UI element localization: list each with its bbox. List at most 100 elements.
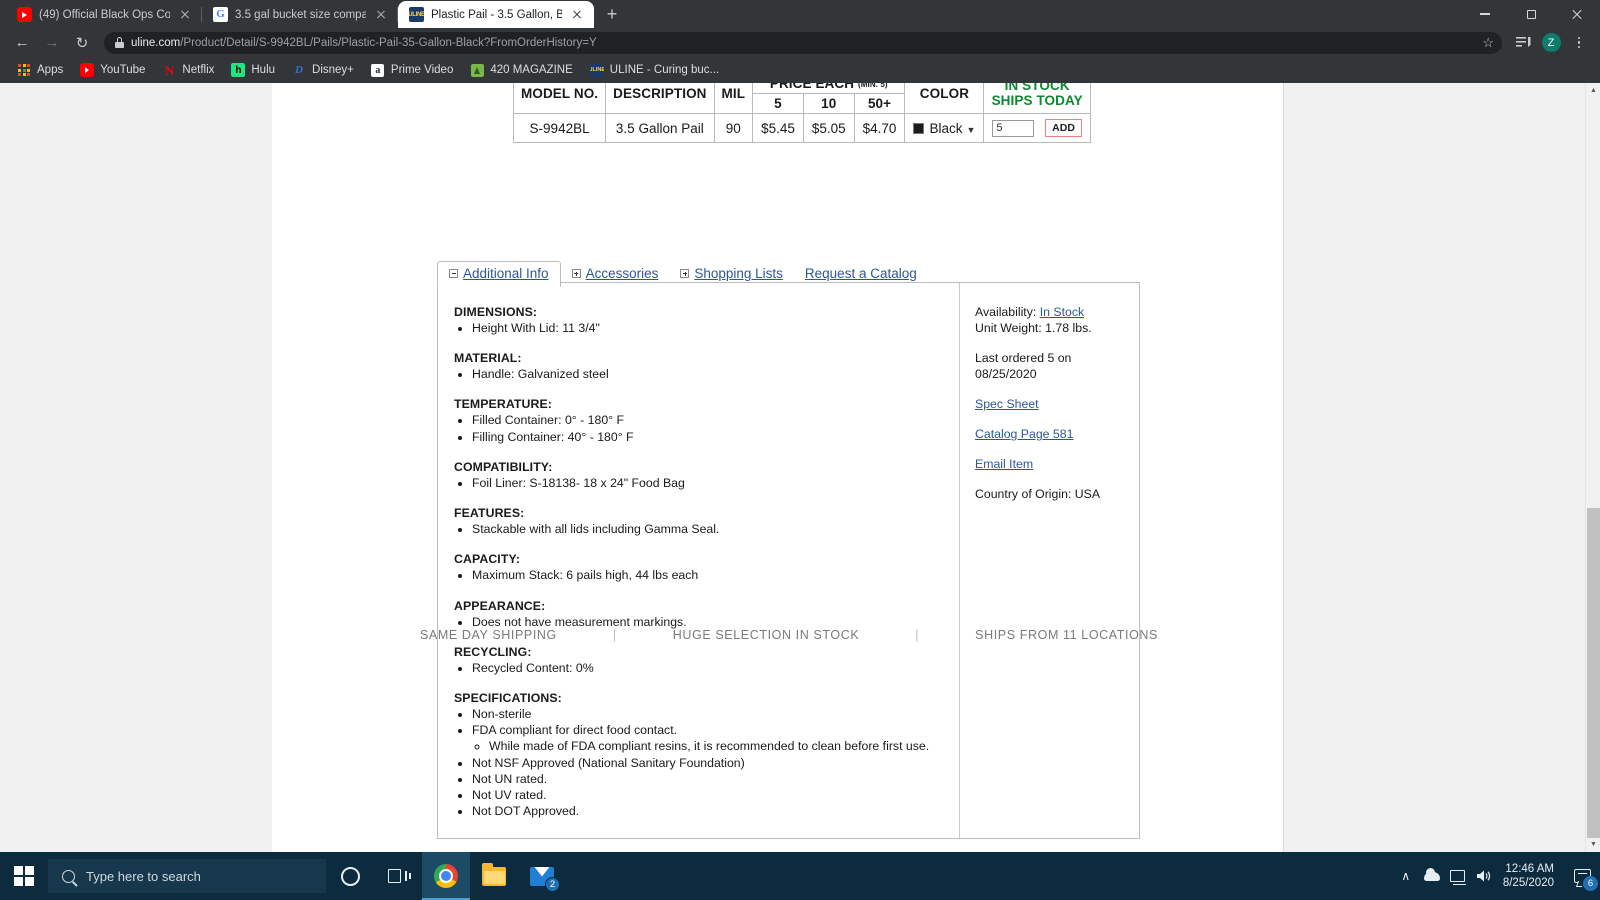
taskbar-search-box[interactable]: Type here to search [48,859,326,893]
promo-item: SAME DAY SHIPPING [420,628,557,642]
browser-tab-2[interactable]: G 3.5 gal bucket size comparison - [202,1,398,28]
section-compatibility: COMPATIBILITY: Foil Liner: S-18138- 18 x… [454,460,945,491]
section-material: MATERIAL: Handle: Galvanized steel [454,351,945,382]
additional-info-panel: DIMENSIONS: Height With Lid: 11 3/4" MAT… [437,282,1140,839]
leaf-icon [470,63,484,77]
add-button[interactable]: ADD [1045,119,1082,137]
bookmarks-bar: Apps YouTube N Netflix h Hulu D Disney+ … [0,57,1600,83]
volume-icon[interactable] [1471,852,1497,900]
reload-button[interactable]: ↻ [68,29,96,57]
notification-badge: 6 [1583,876,1598,891]
page-scrollbar[interactable]: ▲ ▼ [1585,83,1600,852]
bookmark-disneyplus[interactable]: D Disney+ [285,60,361,80]
list-item: Height With Lid: 11 3/4" [472,320,945,336]
browser-tab-3[interactable]: ULINE Plastic Pail - 3.5 Gallon, Black S… [398,1,594,28]
uline-icon: ULINE [590,63,604,77]
tab-label: Request a Catalog [804,266,917,281]
col-description: DESCRIPTION [605,83,715,114]
cell-price-10: $5.05 [802,113,855,143]
back-button[interactable]: ← [8,29,36,57]
close-window-button[interactable] [1554,0,1600,28]
close-icon[interactable] [373,7,389,23]
plus-toggle-icon [680,269,690,278]
bookmark-label: Apps [37,64,64,76]
search-icon [62,869,75,883]
close-icon[interactable] [569,7,585,23]
bookmark-star-icon[interactable]: ☆ [1482,35,1494,51]
col-model-no: MODEL NO. [512,83,607,114]
amazon-icon: a [371,63,385,77]
profile-avatar[interactable]: Z [1538,30,1564,56]
onedrive-icon[interactable] [1419,852,1445,900]
list-item: Filling Container: 40° - 180° F [472,429,945,445]
tab-title: (49) Official Black Ops Cold War T [39,8,170,21]
maximize-button[interactable] [1508,0,1554,28]
spec-sheet-link[interactable]: Spec Sheet [975,397,1039,411]
country-of-origin: Country of Origin: USA [975,486,1101,501]
start-button[interactable] [0,852,48,900]
cortana-button[interactable] [326,852,374,900]
file-explorer-button[interactable] [470,852,518,900]
promo-item: HUGE SELECTION IN STOCK [672,628,860,642]
color-select[interactable]: Black ▼ [904,113,985,143]
tab-label: Additional Info [463,266,549,281]
col-price-each: PRICE EACH (MIN. 5) [752,83,906,94]
last-ordered-line2: 08/25/2020 [975,366,1037,381]
section-heading: COMPATIBILITY: [454,459,553,474]
mail-button[interactable]: 2 [518,852,566,900]
reading-list-icon[interactable] [1510,30,1536,56]
minimize-button[interactable] [1462,0,1508,28]
browser-tab-1[interactable]: (49) Official Black Ops Cold War T [6,1,202,28]
col-in-stock: IN STOCK SHIPS TODAY [983,83,1091,114]
taskbar-clock[interactable]: 12:46 AM 8/25/2020 [1497,862,1564,891]
bookmark-netflix[interactable]: N Netflix [155,60,221,80]
availability-value-link[interactable]: In Stock [1040,305,1084,319]
network-icon[interactable] [1445,852,1471,900]
tab-additional-info[interactable]: Additional Info [437,261,561,287]
in-stock-line1: IN STOCK [1004,83,1070,93]
windows-taskbar: Type here to search 2 ∧ 12:46 AM 8/25/20… [0,852,1600,900]
bookmark-prime-video[interactable]: a Prime Video [364,60,460,80]
bookmark-label: Netflix [182,64,215,76]
uline-icon: ULINE [409,7,424,22]
new-tab-button[interactable]: + [598,0,626,28]
kebab-icon [1577,36,1581,49]
promo-separator: | [915,628,920,642]
bookmark-label: ULINE - Curing buc... [609,64,720,76]
section-heading: TEMPERATURE: [454,397,552,412]
cortana-icon [340,866,360,886]
scrollbar-thumb[interactable] [1587,508,1600,838]
minus-toggle-icon [449,269,458,278]
cell-model-no: S-9942BL [512,113,607,143]
bookmark-label: Hulu [251,64,276,76]
chrome-taskbar-button[interactable] [422,852,470,900]
bookmark-hulu[interactable]: h Hulu [224,60,282,80]
task-view-button[interactable] [374,852,422,900]
list-item: Not NSF Approved (National Sanitary Foun… [472,755,945,771]
youtube-icon [17,7,32,22]
bookmark-uline[interactable]: ULINE ULINE - Curing buc... [583,60,726,80]
windows-logo-icon [14,866,34,886]
bookmark-apps[interactable]: Apps [10,60,70,80]
netflix-icon: N [164,63,175,77]
bookmark-label: 420 MAGAZINE [490,64,573,76]
color-swatch-icon [913,122,925,134]
show-hidden-icons-button[interactable]: ∧ [1393,852,1419,900]
section-heading: SPECIFICATIONS: [454,690,562,705]
scroll-up-icon[interactable]: ▲ [1586,83,1600,98]
promo-strip: SAME DAY SHIPPING | HUGE SELECTION IN ST… [420,628,1158,642]
scroll-down-icon[interactable]: ▼ [1586,837,1600,852]
catalog-page-link[interactable]: Catalog Page 581 [975,427,1073,441]
close-icon[interactable] [177,7,193,23]
quantity-input[interactable] [992,119,1035,137]
email-item-link[interactable]: Email Item [975,457,1033,471]
bookmark-youtube[interactable]: YouTube [73,60,152,80]
forward-button[interactable]: → [38,29,66,57]
action-center-button[interactable]: 6 [1564,852,1600,900]
tab-label: Accessories [585,266,659,281]
address-bar[interactable]: uline.com/Product/Detail/S-9942BL/Pails/… [104,31,1502,54]
chrome-menu-button[interactable] [1566,30,1592,56]
unit-weight: Unit Weight: 1.78 lbs. [975,320,1092,335]
bookmark-420-magazine[interactable]: 420 MAGAZINE [463,60,579,80]
tab-title: Plastic Pail - 3.5 Gallon, Black S-9 [431,8,562,21]
